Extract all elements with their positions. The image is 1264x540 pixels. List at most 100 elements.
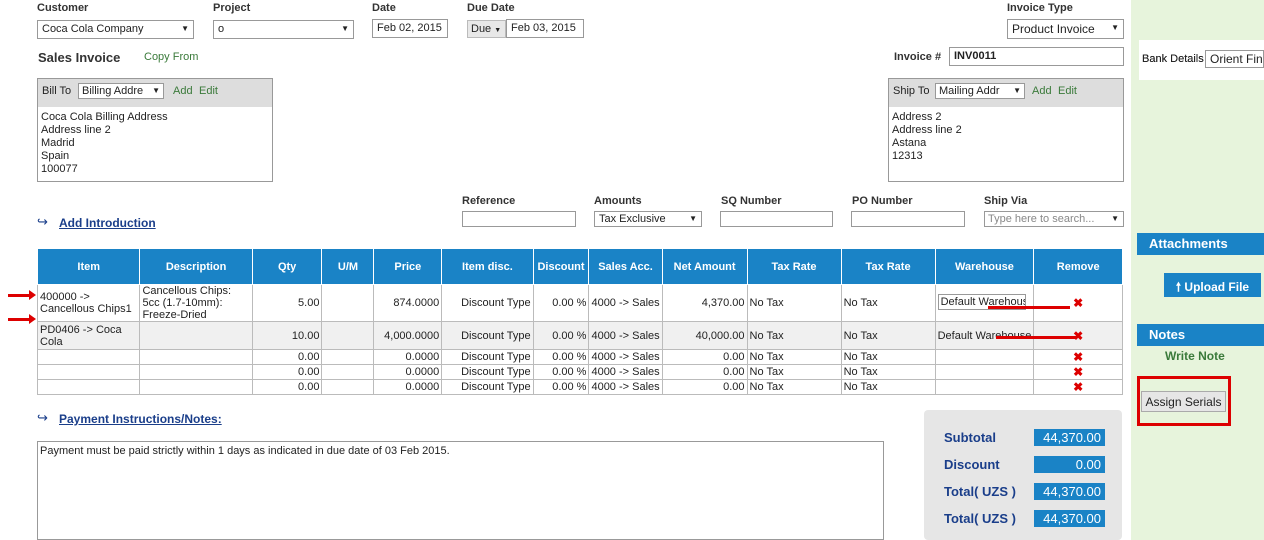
ship-to-select[interactable]: Mailing Addr ▼ [935, 83, 1025, 99]
tax-rate-cell[interactable]: No Tax [746, 349, 842, 365]
bill-to-add-link[interactable]: Add [173, 85, 193, 97]
due-date-input[interactable]: Feb 03, 2015 [506, 19, 584, 38]
assign-serials-button[interactable]: Assign Serials [1141, 391, 1226, 412]
ship-via-select[interactable]: Type here to search... ▼ [984, 211, 1124, 227]
qty-cell[interactable]: 10.00 [251, 321, 323, 350]
due-mode-dropdown[interactable]: Due ▼ [467, 20, 506, 38]
description-cell[interactable] [139, 379, 253, 395]
warehouse-cell[interactable] [934, 364, 1035, 380]
tax-rate-cell[interactable]: No Tax [840, 379, 936, 395]
sales-account-cell[interactable]: 4000 -> Sales [588, 379, 663, 395]
price-cell[interactable]: 0.0000 [373, 349, 443, 365]
sales-account-cell[interactable]: 4000 -> Sales [588, 364, 663, 380]
remove-icon[interactable]: ✖ [1033, 364, 1123, 380]
table-row[interactable]: 0.00 0.0000 Discount Type 0.00 % 4000 ->… [36, 349, 1123, 365]
tax-rate-cell[interactable]: No Tax [840, 364, 936, 380]
tax-rate-cell[interactable]: No Tax [746, 321, 842, 350]
upload-file-button[interactable]: 🠕 Upload File [1164, 273, 1261, 297]
item-cell[interactable]: 400000 -> Cancellous Chips1 [36, 284, 141, 322]
qty-cell[interactable]: 0.00 [251, 379, 323, 395]
qty-cell[interactable]: 0.00 [251, 349, 323, 365]
ship-to-edit-link[interactable]: Edit [1058, 85, 1077, 97]
warehouse-cell[interactable] [934, 349, 1035, 365]
amounts-select[interactable]: Tax Exclusive ▼ [594, 211, 702, 227]
item-cell[interactable] [36, 364, 141, 380]
ship-to-header: Ship To Mailing Addr ▼ Add Edit [889, 79, 1123, 107]
date-input[interactable]: Feb 02, 2015 [372, 19, 448, 38]
invoice-type-select[interactable]: Product Invoice ▼ [1007, 19, 1124, 39]
attachments-header: Attachments [1137, 233, 1264, 255]
tax-rate-cell[interactable]: No Tax [840, 349, 936, 365]
item-cell[interactable] [36, 379, 141, 395]
tax-rate-cell[interactable]: No Tax [840, 321, 936, 350]
po-number-input[interactable] [851, 211, 965, 227]
table-row[interactable]: 0.00 0.0000 Discount Type 0.00 % 4000 ->… [36, 379, 1123, 395]
sq-number-label: SQ Number [721, 195, 782, 207]
um-cell[interactable] [321, 349, 375, 365]
um-cell[interactable] [321, 284, 375, 322]
discount-cell[interactable]: 0.00 % [532, 364, 590, 380]
table-row[interactable]: 400000 -> Cancellous Chips1 Cancellous C… [36, 284, 1123, 322]
sales-account-cell[interactable]: 4000 -> Sales [588, 349, 663, 365]
sales-account-cell[interactable]: 4000 -> Sales [588, 284, 663, 322]
copy-from-link[interactable]: Copy From [144, 51, 198, 63]
column-header: Warehouse [934, 248, 1035, 285]
um-cell[interactable] [321, 364, 375, 380]
customer-select[interactable]: Coca Cola Company ▼ [37, 20, 194, 39]
qty-cell[interactable]: 0.00 [251, 364, 323, 380]
ship-via-label: Ship Via [984, 195, 1028, 207]
remove-icon[interactable]: ✖ [1033, 284, 1123, 322]
bank-details-select[interactable]: Orient Fina [1205, 50, 1264, 68]
project-select[interactable]: o ▼ [213, 20, 354, 39]
bill-to-select[interactable]: Billing Addre ▼ [78, 83, 164, 99]
item-discount-cell[interactable]: Discount Type [441, 379, 534, 395]
payment-instructions-link[interactable]: Payment Instructions/Notes: [59, 412, 222, 426]
item-discount-cell[interactable]: Discount Type [441, 364, 534, 380]
sq-number-input[interactable] [720, 211, 833, 227]
chevron-down-icon: ▼ [494, 27, 502, 34]
tax-rate-cell[interactable]: No Tax [746, 364, 842, 380]
price-cell[interactable]: 874.0000 [373, 284, 443, 322]
invoice-number-input[interactable]: INV0011 [949, 47, 1124, 66]
discount-cell[interactable]: 0.00 % [532, 379, 590, 395]
write-note-link[interactable]: Write Note [1165, 349, 1225, 363]
column-header: Tax Rate [840, 248, 936, 285]
um-cell[interactable] [321, 379, 375, 395]
item-discount-cell[interactable]: Discount Type [441, 321, 534, 350]
description-cell[interactable]: Cancellous Chips: 5cc (1.7-10mm): Freeze… [139, 284, 253, 322]
item-discount-cell[interactable]: Discount Type [441, 349, 534, 365]
discount-cell[interactable]: 0.00 % [532, 349, 590, 365]
description-cell[interactable] [139, 321, 253, 350]
chevron-down-icon: ▼ [1111, 214, 1119, 223]
qty-cell[interactable]: 5.00 [251, 284, 323, 322]
chevron-down-icon: ▼ [1013, 86, 1021, 95]
bill-to-select-value: Billing Addre [82, 85, 144, 97]
tax-rate-cell[interactable]: No Tax [840, 284, 936, 322]
sales-account-cell[interactable]: 4000 -> Sales [588, 321, 663, 350]
discount-cell[interactable]: 0.00 % [532, 321, 590, 350]
price-cell[interactable]: 4,000.0000 [373, 321, 443, 350]
table-row[interactable]: 0.00 0.0000 Discount Type 0.00 % 4000 ->… [36, 364, 1123, 380]
bill-to-edit-link[interactable]: Edit [199, 85, 218, 97]
price-cell[interactable]: 0.0000 [373, 379, 443, 395]
um-cell[interactable] [321, 321, 375, 350]
item-cell[interactable] [36, 349, 141, 365]
remove-icon[interactable]: ✖ [1033, 379, 1123, 395]
remove-icon[interactable]: ✖ [1033, 349, 1123, 365]
tax-rate-cell[interactable]: No Tax [746, 284, 842, 322]
item-cell[interactable]: PD0406 -> Coca Cola [36, 321, 141, 350]
price-cell[interactable]: 0.0000 [373, 364, 443, 380]
ship-to-add-link[interactable]: Add [1032, 85, 1052, 97]
description-cell[interactable] [139, 364, 253, 380]
total-label: Total( UZS ) [944, 511, 1016, 526]
table-row[interactable]: PD0406 -> Coca Cola 10.00 4,000.0000 Dis… [36, 321, 1123, 350]
reference-input[interactable] [462, 211, 576, 227]
item-discount-cell[interactable]: Discount Type [441, 284, 534, 322]
payment-notes-textarea[interactable]: Payment must be paid strictly within 1 d… [37, 441, 884, 540]
description-cell[interactable] [139, 349, 253, 365]
discount-cell[interactable]: 0.00 % [532, 284, 590, 322]
warehouse-cell[interactable] [934, 379, 1035, 395]
add-introduction-link[interactable]: Add Introduction [59, 216, 156, 230]
tax-rate-cell[interactable]: No Tax [746, 379, 842, 395]
warehouse-cell[interactable]: Default Warehouse [934, 284, 1035, 322]
